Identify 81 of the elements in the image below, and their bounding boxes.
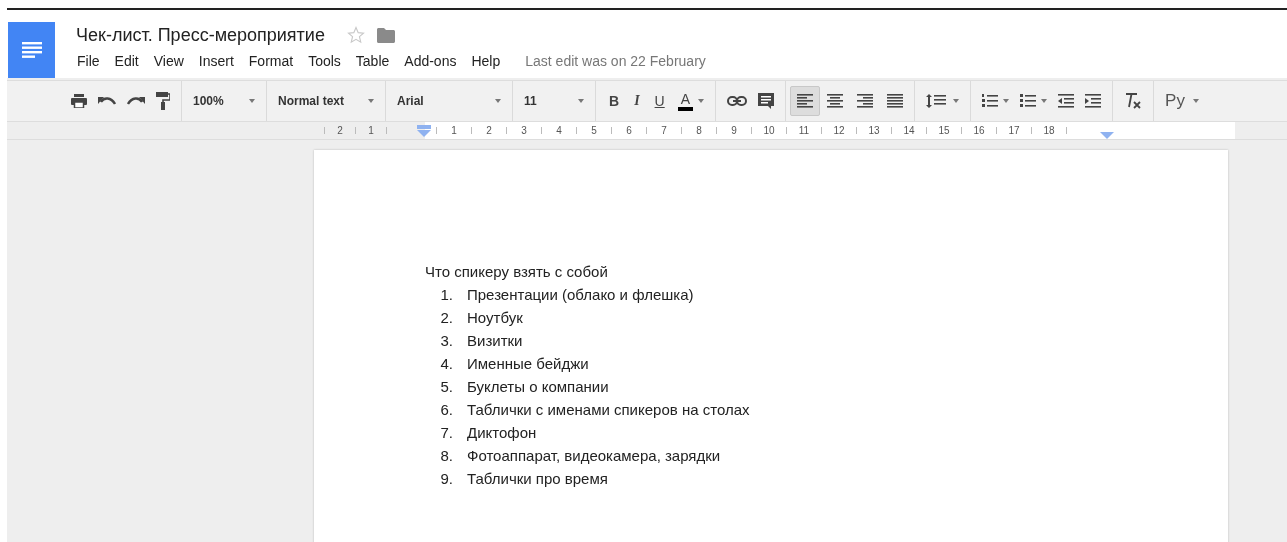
underline-button[interactable]: U <box>652 93 667 109</box>
docs-logo-icon[interactable] <box>8 22 55 78</box>
list-number: 6. <box>439 400 454 420</box>
align-left-button[interactable] <box>790 86 821 116</box>
list-item: Презентации (облако и флешка) <box>467 285 694 305</box>
clear-formatting-icon[interactable] <box>1124 93 1143 109</box>
list-number: 7. <box>439 423 454 443</box>
ruler-number: 13 <box>868 125 880 136</box>
input-tools-button[interactable]: Ру <box>1165 91 1185 111</box>
list-number: 9. <box>439 469 454 489</box>
ruler-number: 7 <box>660 125 668 136</box>
menu-item[interactable]: Insert <box>198 53 234 69</box>
menu-item[interactable]: File <box>77 53 100 69</box>
list-number: 8. <box>439 446 454 466</box>
list-number: 1. <box>439 285 454 305</box>
ruler-number: 11 <box>798 125 810 136</box>
last-edit-link[interactable]: Last edit was on 22 February <box>525 53 706 69</box>
ruler-number: 12 <box>833 125 845 136</box>
menu-item[interactable]: Table <box>355 53 390 69</box>
ruler-number: 1 <box>450 125 458 136</box>
align-left-icon <box>797 94 814 108</box>
right-indent-marker-icon[interactable] <box>1100 132 1114 139</box>
bulleted-list-icon[interactable] <box>1020 94 1037 108</box>
align-right-icon <box>857 94 874 108</box>
body-text: Что спикеру взять с собой <box>425 262 609 282</box>
paint-roller-icon[interactable] <box>156 92 170 110</box>
document-title[interactable]: Чек-лист. Пресс-мероприятие <box>76 24 325 46</box>
list-number: 2. <box>439 308 454 328</box>
font-dropdown[interactable]: Arial <box>386 81 513 121</box>
ruler-number: 18 <box>1043 125 1055 136</box>
justify-icon <box>887 94 904 108</box>
ruler-number: 16 <box>973 125 985 136</box>
folder-icon[interactable] <box>376 27 395 43</box>
increase-indent-icon[interactable] <box>1085 94 1102 108</box>
list-item: Таблички с именами спикеров на столах <box>467 400 750 420</box>
ruler-number: 2 <box>485 125 493 136</box>
list-number: 5. <box>439 377 454 397</box>
ruler-number: 15 <box>938 125 950 136</box>
list-item: Диктофон <box>467 423 537 443</box>
indent-marker-icon[interactable] <box>417 124 431 137</box>
line-spacing-icon[interactable] <box>926 94 949 108</box>
list-item: Именные бейджи <box>467 354 589 374</box>
list-item: Буклеты о компании <box>467 377 609 397</box>
star-icon[interactable] <box>346 26 365 44</box>
ruler-number: 14 <box>903 125 915 136</box>
ruler-number: 9 <box>730 125 738 136</box>
menu-item[interactable]: Format <box>248 53 294 69</box>
list-item: Визитки <box>467 331 523 351</box>
ruler-number: 1 <box>367 125 375 136</box>
ruler-number: 5 <box>590 125 598 136</box>
list-item: Ноутбук <box>467 308 523 328</box>
italic-button[interactable]: I <box>632 93 642 109</box>
undo-icon[interactable] <box>98 96 116 106</box>
ruler-number: 17 <box>1008 125 1020 136</box>
menu-item[interactable]: Add-ons <box>404 53 457 69</box>
numbered-list-icon[interactable] <box>982 94 999 108</box>
zoom-dropdown[interactable]: 100% <box>182 81 267 121</box>
list-item: Таблички про время <box>467 469 608 489</box>
ruler-number: 2 <box>336 125 344 136</box>
list-item: Фотоаппарат, видеокамера, зарядки <box>467 446 721 466</box>
ruler-number: 8 <box>695 125 703 136</box>
list-number: 4. <box>439 354 454 374</box>
menu-item[interactable]: Edit <box>114 53 139 69</box>
ruler-number: 10 <box>763 125 775 136</box>
menu-item[interactable]: Help <box>471 53 501 69</box>
ruler-number: 3 <box>520 125 528 136</box>
link-icon[interactable] <box>727 96 748 106</box>
text-color-button[interactable]: A <box>677 91 694 111</box>
style-dropdown[interactable]: Normal text <box>267 81 386 121</box>
menu-item[interactable]: View <box>153 53 184 69</box>
ruler-number: 6 <box>625 125 633 136</box>
redo-icon[interactable] <box>127 96 145 106</box>
comment-icon[interactable] <box>758 93 775 109</box>
list-number: 3. <box>439 331 454 351</box>
decrease-indent-icon[interactable] <box>1058 94 1075 108</box>
bold-button[interactable]: B <box>607 93 622 109</box>
print-icon[interactable] <box>71 94 87 108</box>
ruler-number: 4 <box>555 125 563 136</box>
align-center-icon <box>827 94 844 108</box>
menu-item[interactable]: Tools <box>308 53 341 69</box>
font-size-dropdown[interactable]: 11 <box>513 81 596 121</box>
